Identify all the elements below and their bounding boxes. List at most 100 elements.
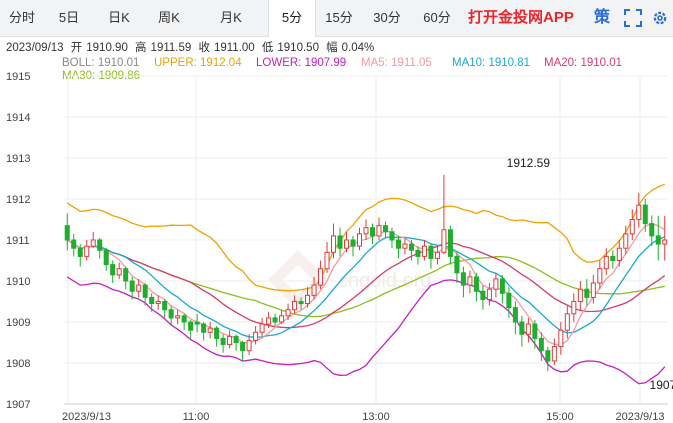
candle-down[interactable] [71,239,77,249]
candle-up[interactable] [577,288,583,303]
candle-down[interactable] [240,342,246,352]
candle-up[interactable] [246,339,252,352]
candle-down[interactable] [97,239,103,251]
candle-down[interactable] [408,243,414,251]
candle-down[interactable] [480,290,486,300]
candle-down[interactable] [298,301,304,305]
candle-up[interactable] [136,284,142,292]
candle-down[interactable] [337,235,343,249]
candle-up[interactable] [305,294,311,305]
candle-down[interactable] [77,247,83,257]
candle-up[interactable] [486,288,492,300]
candle-up[interactable] [662,239,668,245]
candle-down[interactable] [220,337,226,346]
candle-up[interactable] [636,204,642,220]
y-tick-label: 1912 [6,194,30,206]
candle-down[interactable] [460,272,466,286]
candle-down[interactable] [499,278,505,294]
candle-down[interactable] [655,235,661,245]
high-annotation: 1912.59 [507,156,551,170]
candle-down[interactable] [123,268,129,282]
candle-up[interactable] [227,335,233,346]
candle-down[interactable] [188,321,194,331]
candle-down[interactable] [168,309,174,319]
candle-up[interactable] [564,313,570,331]
y-tick-label: 1910 [6,276,30,288]
candle-down[interactable] [389,231,395,241]
candle-down[interactable] [142,284,148,298]
candle-up[interactable] [616,247,622,261]
candle-down[interactable] [454,255,460,274]
candle-up[interactable] [90,239,96,247]
candle-up[interactable] [344,239,350,249]
candle-up[interactable] [558,329,564,348]
candle-down[interactable] [532,323,538,339]
candle-up[interactable] [116,268,122,276]
candle-up[interactable] [629,219,635,235]
candle-down[interactable] [610,255,616,261]
y-tick-label: 1907 [6,399,30,411]
candle-down[interactable] [369,227,376,237]
candle-up[interactable] [571,301,577,315]
candle-down[interactable] [272,317,278,323]
candle-up[interactable] [421,245,427,257]
candle-up[interactable] [259,323,265,333]
candle-down[interactable] [545,350,551,362]
candle-down[interactable] [233,335,239,344]
candle-up[interactable] [84,245,90,257]
candle-down[interactable] [382,225,388,233]
candle-up[interactable] [590,282,596,298]
candle-up[interactable] [279,315,285,323]
candle-down[interactable] [395,239,401,249]
candle-down[interactable] [642,204,648,225]
candle-down[interactable] [149,296,155,305]
candle-down[interactable] [473,276,479,292]
candle-down[interactable] [538,337,544,352]
candle-up[interactable] [207,327,213,333]
candle-down[interactable] [506,292,512,309]
candle-down[interactable] [64,225,70,241]
candle-down[interactable] [129,280,135,292]
candle-down[interactable] [194,321,200,325]
candle-up[interactable] [623,233,629,249]
candle-up[interactable] [318,268,324,286]
candle-up[interactable] [266,317,272,325]
candle-down[interactable] [649,223,655,237]
candle-down[interactable] [350,239,356,247]
candle-down[interactable] [181,315,187,323]
candle-down[interactable] [214,327,220,339]
candle-up[interactable] [363,227,369,235]
candle-up[interactable] [356,233,363,247]
candle-up[interactable] [376,225,382,237]
candle-up[interactable] [402,243,408,249]
candle-down[interactable] [162,301,168,311]
candle-up[interactable] [434,251,440,259]
kline-chart[interactable]: 1907 1908 1909 1910 1911 1912 1913 1914 1915 2023… [0,0,673,423]
candle-up[interactable] [331,235,337,253]
candle-up[interactable] [551,346,557,362]
candle-up[interactable] [155,301,161,305]
candle-up[interactable] [311,284,317,296]
candle-up[interactable] [285,309,291,317]
candle-down[interactable] [512,307,518,323]
candle-up[interactable] [324,251,330,270]
candle-up[interactable] [597,268,603,284]
candle-down[interactable] [415,249,421,257]
candle-up[interactable] [493,278,499,290]
candle-up[interactable] [175,315,181,319]
candle-down[interactable] [519,321,525,335]
candle-up[interactable] [441,229,447,253]
y-tick-label: 1913 [6,153,30,165]
candle-up[interactable] [467,276,473,286]
candle-down[interactable] [201,323,207,333]
candle-down[interactable] [110,264,116,276]
candle-down[interactable] [447,229,453,257]
candle-up[interactable] [292,301,298,311]
candle-up[interactable] [525,323,531,335]
candle-up[interactable] [253,331,259,341]
candle-down[interactable] [584,288,590,298]
candle-down[interactable] [103,249,109,266]
lower-band-line [66,276,666,385]
candle-up[interactable] [603,255,609,270]
candle-down[interactable] [428,245,434,259]
